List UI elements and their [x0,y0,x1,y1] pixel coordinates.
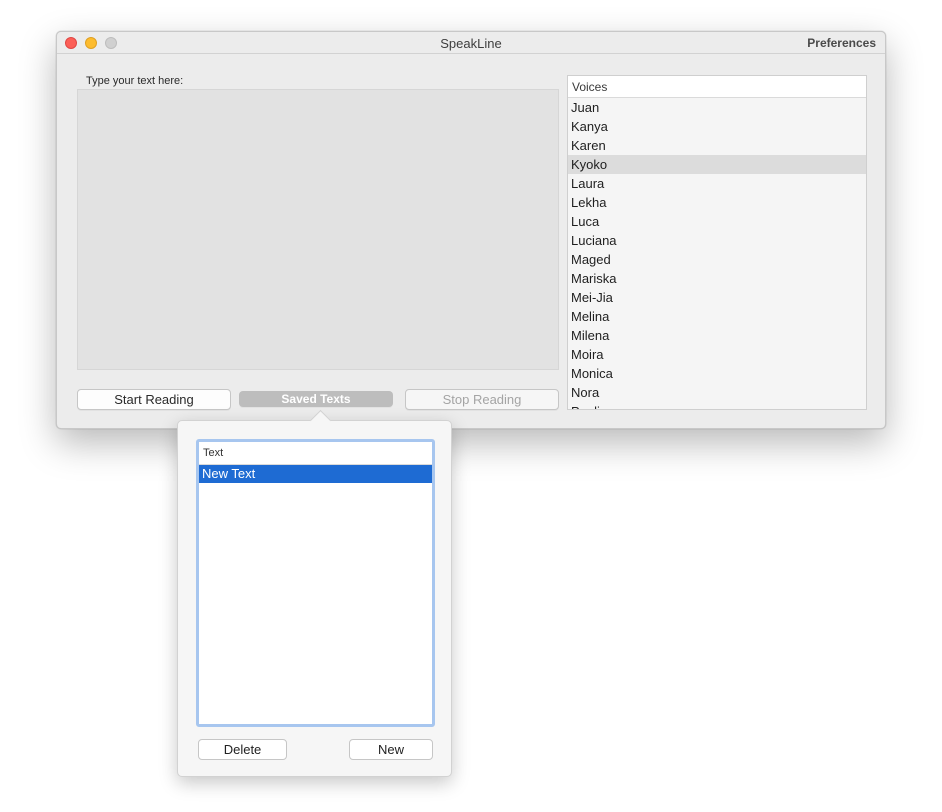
new-button[interactable]: New [349,739,433,760]
voice-item[interactable]: Juan [568,98,866,117]
voice-item[interactable]: Kanya [568,117,866,136]
voice-item[interactable]: Milena [568,326,866,345]
voice-item[interactable]: Moira [568,345,866,364]
text-column-header[interactable]: Text [199,442,432,465]
table-row[interactable]: New Text [199,465,432,483]
stop-reading-button[interactable]: Stop Reading [405,389,559,410]
main-window: SpeakLine Preferences Type your text her… [56,31,886,429]
start-reading-button[interactable]: Start Reading [77,389,231,410]
voice-item[interactable]: Melina [568,307,866,326]
voice-item[interactable]: Laura [568,174,866,193]
text-input-area[interactable] [77,89,559,370]
voice-item[interactable]: Mei-Jia [568,288,866,307]
voice-item[interactable]: Paulina [568,402,866,409]
window-title: SpeakLine [440,36,502,51]
text-input-label: Type your text here: [86,75,184,87]
voice-item[interactable]: Luca [568,212,866,231]
voice-item[interactable]: Nora [568,383,866,402]
saved-texts-popover: Text New Text Delete New [177,409,452,777]
voice-item[interactable]: Karen [568,136,866,155]
voice-item[interactable]: Luciana [568,231,866,250]
voice-item[interactable]: Kyoko [568,155,866,174]
voices-rows: Juan Kanya Karen Kyoko Laura Lekha Luca Luciana… [568,98,866,409]
saved-texts-table[interactable]: Text New Text [196,439,435,727]
delete-button[interactable]: Delete [198,739,287,760]
voice-item[interactable]: Lekha [568,193,866,212]
title-bar[interactable]: SpeakLine Preferences [57,32,885,54]
preferences-button[interactable]: Preferences [807,36,876,50]
voices-column-header[interactable]: Voices [568,76,866,98]
voice-item[interactable]: Mariska [568,269,866,288]
voices-list[interactable]: Voices Juan Kanya Karen Kyoko Laura Lekha Luca… [567,75,867,410]
voice-item[interactable]: Maged [568,250,866,269]
saved-texts-button[interactable]: Saved Texts [239,391,393,407]
voice-item[interactable]: Monica [568,364,866,383]
